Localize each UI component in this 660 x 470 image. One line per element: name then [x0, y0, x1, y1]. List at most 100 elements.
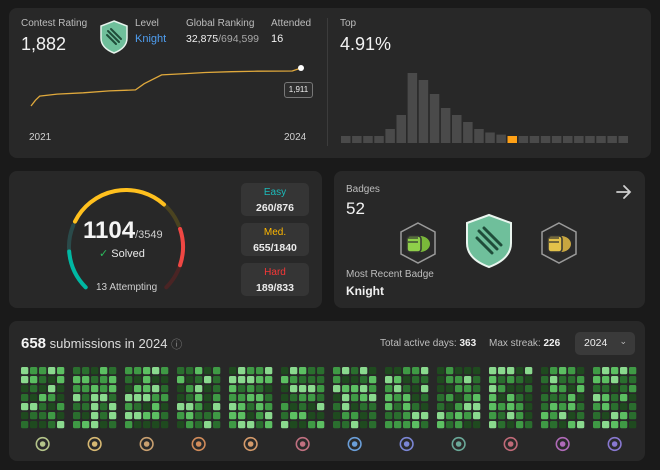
hard-box[interactable]: Hard 189/833: [241, 263, 309, 296]
heatmap-cell: [421, 394, 429, 402]
heatmap-cell: [385, 385, 393, 393]
heatmap-cell: [541, 376, 549, 384]
heatmap-cell: [143, 403, 151, 411]
distribution-bar: [418, 80, 429, 143]
heatmap-cell: [421, 385, 429, 393]
badges-card: Badges 52 Most Recent Badge Knight: [334, 171, 645, 308]
badge-365-days-icon[interactable]: [539, 221, 579, 270]
heatmap-cell: [290, 394, 298, 402]
submission-heatmap: [21, 367, 637, 452]
heatmap-cell: [351, 367, 359, 375]
heatmap-cell: [317, 385, 325, 393]
heatmap-cell: [247, 412, 255, 420]
heatmap-cell: [516, 421, 524, 429]
heatmap-cell: [525, 385, 533, 393]
heatmap-cell: [143, 385, 151, 393]
heatmap-cell: [134, 376, 142, 384]
heatmap-cell: [265, 403, 273, 411]
year-select-value: 2024: [584, 337, 608, 349]
medium-label: Med.: [263, 227, 287, 238]
heatmap-cell: [473, 385, 481, 393]
heatmap-cell: [186, 394, 194, 402]
arrow-right-icon[interactable]: [613, 181, 635, 203]
heatmap-cell: [308, 367, 316, 375]
heatmap-cell: [629, 394, 637, 402]
heatmap-cell: [204, 403, 212, 411]
heatmap-cell: [82, 421, 90, 429]
heatmap-cell: [109, 385, 117, 393]
heatmap-cell: [342, 367, 350, 375]
heatmap-cell: [256, 421, 264, 429]
solved-label: Solved: [111, 248, 145, 260]
distribution-bar: [452, 115, 462, 143]
heatmap-cell: [195, 367, 203, 375]
heatmap-cell: [629, 376, 637, 384]
heatmap-cell: [412, 421, 420, 429]
heatmap-cell: [577, 403, 585, 411]
easy-box[interactable]: Easy 260/876: [241, 183, 309, 216]
heatmap-cell: [473, 367, 481, 375]
heatmap-cell: [265, 385, 273, 393]
heatmap-cell: [204, 385, 212, 393]
heatmap-cell: [577, 367, 585, 375]
medium-box[interactable]: Med. 655/1840: [241, 223, 309, 256]
heatmap-cell: [593, 421, 601, 429]
heatmap-cell: [351, 376, 359, 384]
heatmap-cell: [446, 421, 454, 429]
heatmap-cell: [360, 412, 368, 420]
distribution-bar: [341, 136, 351, 143]
heatmap-cell: [290, 376, 298, 384]
distribution-bar: [496, 134, 506, 143]
heatmap-cell: [333, 403, 341, 411]
heatmap-cell: [299, 376, 307, 384]
heatmap-cell: [568, 385, 576, 393]
heatmap-cell: [82, 403, 90, 411]
heatmap-cell: [559, 376, 567, 384]
distribution-bar: [563, 136, 573, 143]
heatmap-cell: [385, 376, 393, 384]
heatmap-cell: [455, 403, 463, 411]
info-icon[interactable]: ⓘ: [171, 339, 182, 351]
distribution-bar: [540, 136, 551, 143]
month-badge-icon-inner: [143, 441, 150, 447]
distribution-bar: [429, 94, 440, 143]
badge-50-days-icon[interactable]: [398, 221, 438, 270]
heatmap-cell: [446, 385, 454, 393]
submissions-count: 658: [21, 335, 47, 352]
heatmap-cell: [498, 376, 506, 384]
heatmap-cell: [550, 421, 558, 429]
heatmap-cell: [57, 403, 65, 411]
heatmap-cell: [186, 376, 194, 384]
heatmap-cell: [100, 412, 108, 420]
month-badge-icon-inner: [351, 441, 358, 447]
heatmap-cell: [342, 376, 350, 384]
heatmap-cell: [568, 376, 576, 384]
heatmap-cell: [498, 394, 506, 402]
heatmap-cell: [629, 403, 637, 411]
month-badge-icon-inner: [195, 441, 202, 447]
heatmap-cell: [611, 376, 619, 384]
heatmap-cell: [464, 376, 472, 384]
heatmap-cell: [21, 421, 29, 429]
attempting-label: 13 Attempting: [96, 282, 158, 293]
heatmap-cell: [342, 412, 350, 420]
heatmap-cell: [152, 421, 160, 429]
distribution-bar: [385, 129, 395, 143]
heatmap-cell: [446, 403, 454, 411]
year-select[interactable]: 2024 ⌄: [575, 332, 635, 355]
heatmap-cell: [281, 421, 289, 429]
heatmap-cell: [593, 403, 601, 411]
heatmap-cell: [256, 376, 264, 384]
heatmap-cell: [611, 412, 619, 420]
heatmap-cell: [30, 376, 38, 384]
heatmap-cell: [473, 376, 481, 384]
heatmap-cell: [550, 403, 558, 411]
heatmap-cell: [125, 421, 133, 429]
heatmap-cell: [161, 385, 169, 393]
heatmap-cell: [238, 367, 246, 375]
heatmap-cell: [559, 385, 567, 393]
knight-badge-large-icon[interactable]: [464, 213, 514, 274]
heatmap-cell: [507, 412, 515, 420]
heatmap-cell: [629, 421, 637, 429]
heatmap-cell: [256, 394, 264, 402]
